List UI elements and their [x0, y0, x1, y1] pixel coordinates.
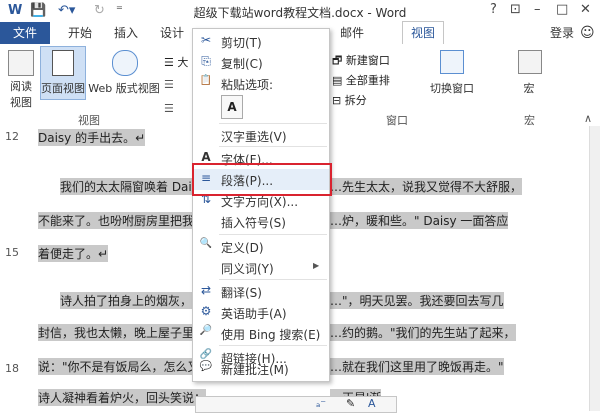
ribbon-display-icon[interactable]: ⊡: [510, 2, 521, 17]
menu-item-bing-search[interactable]: 🔎 使用 Bing 搜索(E): [193, 323, 329, 344]
doc-line-fragment: …"，明天见罢。我还要回去写几: [330, 292, 504, 309]
menu-separator: [219, 234, 327, 235]
menu-separator: [219, 345, 327, 346]
menu-item-paste-options: 📋 粘贴选项:: [193, 73, 329, 94]
tab-mailings[interactable]: 邮件: [340, 22, 364, 44]
menu-item-define[interactable]: 🔍 定义(D): [193, 236, 329, 257]
doc-line: 诗人凝神看着炉火，回头笑说：: [38, 389, 207, 406]
maximize-icon[interactable]: □: [556, 2, 568, 17]
partial-label: 大: [177, 56, 189, 69]
define-icon: 🔍: [199, 238, 213, 249]
doc-line: 说："你不是有饭局么，怎么又到: [38, 358, 212, 375]
doc-line-fragment: …炉，暖和些。" Daisy 一面答应: [330, 212, 509, 229]
doc-line-fragment: …约的鹅。"我们的先生站了起来，: [330, 324, 516, 341]
menu-separator: [219, 123, 327, 124]
scissors-icon: ✂: [200, 33, 212, 47]
format-painter-icon[interactable]: ✎: [346, 397, 355, 410]
web-layout-button[interactable]: Web 版式视图: [88, 80, 160, 96]
doc-line-fragment: …就在我们这里用了晚饭再走。": [330, 358, 504, 375]
paste-icon: 📋: [199, 75, 213, 86]
doc-line-fragment: …先生太太，说我又觉得不大舒服，: [330, 178, 523, 195]
close-icon[interactable]: ✕: [580, 2, 591, 17]
read-mode-button[interactable]: 阅读视图: [6, 78, 36, 110]
user-icon[interactable]: ☺: [580, 22, 595, 44]
copy-icon: ⎘: [201, 54, 211, 68]
menu-item-label: 翻译(S): [221, 286, 262, 300]
new-window-icon: 🗗: [332, 54, 343, 67]
outline-icon: ☰: [164, 56, 174, 69]
tab-file[interactable]: 文件: [0, 22, 50, 44]
split-label: 拆分: [344, 94, 367, 107]
menu-item-label: 定义(D): [221, 241, 264, 255]
menu-item-label: 插入符号(S): [221, 216, 286, 230]
tab-design[interactable]: 设计: [160, 22, 184, 44]
highlight-box: [192, 163, 332, 196]
new-window-button[interactable]: 🗗 新建窗口: [332, 52, 390, 71]
menu-item-label: 英语助手(A): [221, 307, 287, 321]
submenu-arrow-icon: ▶: [313, 261, 320, 270]
menu-item-copy[interactable]: ⎘ 复制(C): [193, 52, 329, 73]
menu-item-new-comment[interactable]: 💬 新建批注(M): [193, 360, 329, 380]
switch-windows-icon[interactable]: [440, 50, 464, 74]
font-color-icon[interactable]: A: [368, 397, 376, 410]
macros-icon[interactable]: [518, 50, 542, 74]
menu-item-synonyms[interactable]: 同义词(Y) ▶: [193, 257, 329, 278]
print-layout-icon: [52, 50, 74, 76]
web-layout-icon[interactable]: [112, 50, 138, 76]
menu-item-cut[interactable]: ✂ 剪切(T): [193, 31, 329, 52]
line-number: 18: [5, 362, 19, 375]
title-bar: W 💾 ↶▾ ↻ ⁼ 超级下载站word教程文档.docx - Word ? ⊡…: [0, 0, 600, 22]
tab-home[interactable]: 开始: [68, 22, 92, 44]
split-button[interactable]: ⊟ 拆分: [332, 92, 367, 108]
menu-item-english-assistant[interactable]: ⚙ 英语助手(A): [193, 302, 329, 323]
ribbon-partial-button[interactable]: ☰ 大: [164, 54, 188, 70]
style-icon[interactable]: ₐ⁻: [316, 397, 326, 410]
print-layout-label: 页面视图: [41, 82, 85, 95]
read-mode-icon[interactable]: [8, 50, 34, 76]
draft2-icon[interactable]: ☰: [164, 102, 174, 115]
minimize-icon[interactable]: –: [534, 2, 541, 17]
doc-line: 封信，我也太懒，晚上屋子里又: [38, 324, 207, 341]
menu-item-label: 使用 Bing 搜索(E): [221, 328, 321, 342]
menu-item-label: 复制(C): [221, 57, 263, 71]
tab-view[interactable]: 视图: [402, 21, 445, 45]
doc-line: 诗人拍了拍身上的烟灰，对: [60, 292, 205, 309]
new-window-label: 新建窗口: [345, 54, 390, 67]
tab-insert[interactable]: 插入: [114, 22, 138, 44]
paste-text-icon[interactable]: A: [221, 95, 243, 119]
bing-search-icon: 🔎: [199, 325, 213, 336]
new-comment-icon: 💬: [199, 361, 213, 372]
vertical-scrollbar[interactable]: [589, 126, 600, 411]
doc-line: 着便走了。↵: [38, 245, 109, 262]
menu-item-label: 新建批注(M): [221, 363, 289, 377]
translate-icon: ⇄: [200, 283, 212, 297]
split-icon: ⊟: [332, 94, 342, 107]
menu-item-label: 剪切(T): [221, 36, 262, 50]
menu-item-label: 汉字重选(V): [221, 130, 287, 144]
menu-item-insert-symbol[interactable]: 插入符号(S): [193, 211, 329, 232]
macros-button[interactable]: 宏: [514, 80, 544, 96]
menu-separator: [219, 279, 327, 280]
doc-line: Daisy 的手出去。↵: [38, 129, 146, 146]
help-button[interactable]: ?: [490, 2, 497, 17]
english-assistant-icon: ⚙: [200, 304, 212, 318]
doc-line: 不能来了。也吩咐厨房里把我们: [38, 212, 207, 229]
menu-item-label: 粘贴选项:: [221, 78, 274, 92]
line-number: 15: [5, 246, 19, 259]
collapse-ribbon-icon[interactable]: ∧: [584, 112, 592, 125]
login-link[interactable]: 登录: [550, 22, 574, 44]
menu-separator: [219, 146, 327, 147]
menu-item-reselect[interactable]: 汉字重选(V): [193, 125, 329, 146]
arrange-all-button[interactable]: ▤ 全部重排: [332, 72, 390, 88]
menu-item-translate[interactable]: ⇄ 翻译(S): [193, 281, 329, 302]
arrange-all-label: 全部重排: [345, 74, 390, 87]
line-number: 12: [5, 130, 19, 143]
context-menu: ✂ 剪切(T) ⎘ 复制(C) 📋 粘贴选项: A 汉字重选(V) A 字体(F…: [192, 28, 330, 382]
draft-icon[interactable]: ☰: [164, 78, 174, 91]
menu-item-label: 同义词(Y): [221, 262, 274, 276]
mini-toolbar: ₐ⁻ ✎ A: [195, 396, 397, 413]
arrange-all-icon: ▤: [332, 74, 343, 87]
doc-line: 我们的太太隔窗唤着 Daisy: [60, 178, 206, 195]
switch-windows-button[interactable]: 切换窗口: [424, 80, 480, 96]
